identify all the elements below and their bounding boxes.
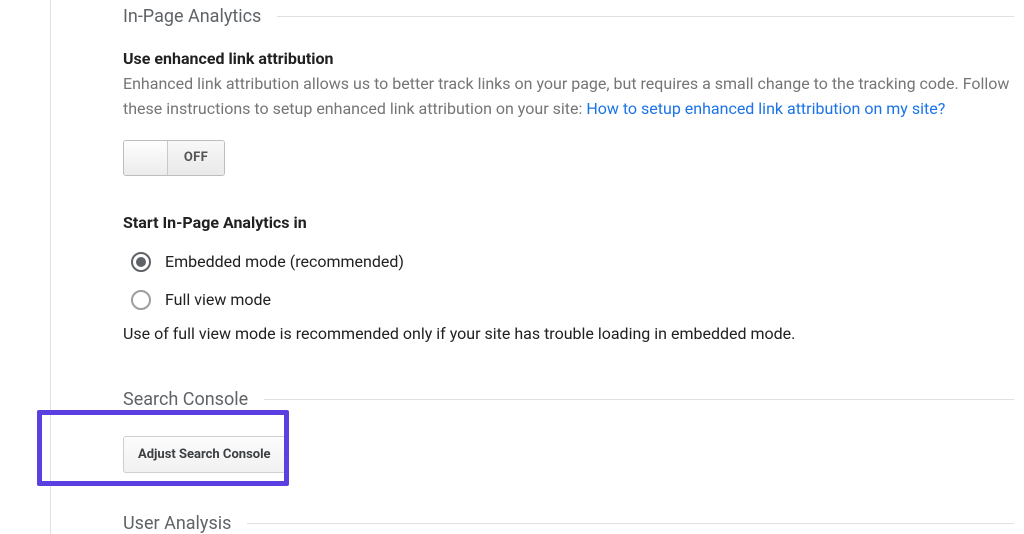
enhanced-link-attribution-description: Enhanced link attribution allows us to b… (123, 72, 1014, 122)
enhanced-link-attribution-toggle[interactable]: OFF (123, 140, 225, 176)
radio-unselected-icon (131, 290, 151, 310)
section-header-inpage-analytics: In-Page Analytics (123, 6, 1014, 27)
radio-selected-icon (131, 252, 151, 272)
radio-label: Embedded mode (recommended) (165, 252, 404, 271)
radio-label: Full view mode (165, 290, 271, 309)
fullview-note: Use of full view mode is recommended onl… (123, 324, 1014, 343)
divider (247, 523, 1014, 524)
radio-option-embedded[interactable]: Embedded mode (recommended) (123, 246, 1014, 284)
start-inpage-radio-group: Embedded mode (recommended) Full view mo… (123, 246, 1014, 322)
section-title: In-Page Analytics (123, 6, 261, 27)
enhanced-link-attribution-heading: Use enhanced link attribution (123, 49, 1014, 68)
section-title: User Analysis (123, 513, 231, 534)
divider (264, 399, 1014, 400)
section-header-search-console: Search Console (123, 389, 1014, 410)
divider (277, 16, 1014, 17)
adjust-search-console-button[interactable]: Adjust Search Console (123, 436, 286, 473)
radio-option-fullview[interactable]: Full view mode (123, 284, 1014, 322)
enhanced-link-attribution-help-link[interactable]: How to setup enhanced link attribution o… (586, 99, 945, 118)
toggle-handle (124, 141, 168, 175)
start-inpage-heading: Start In-Page Analytics in (123, 213, 1014, 232)
section-header-user-analysis: User Analysis (123, 513, 1014, 534)
section-title: Search Console (123, 389, 248, 410)
toggle-state-label: OFF (168, 141, 224, 175)
